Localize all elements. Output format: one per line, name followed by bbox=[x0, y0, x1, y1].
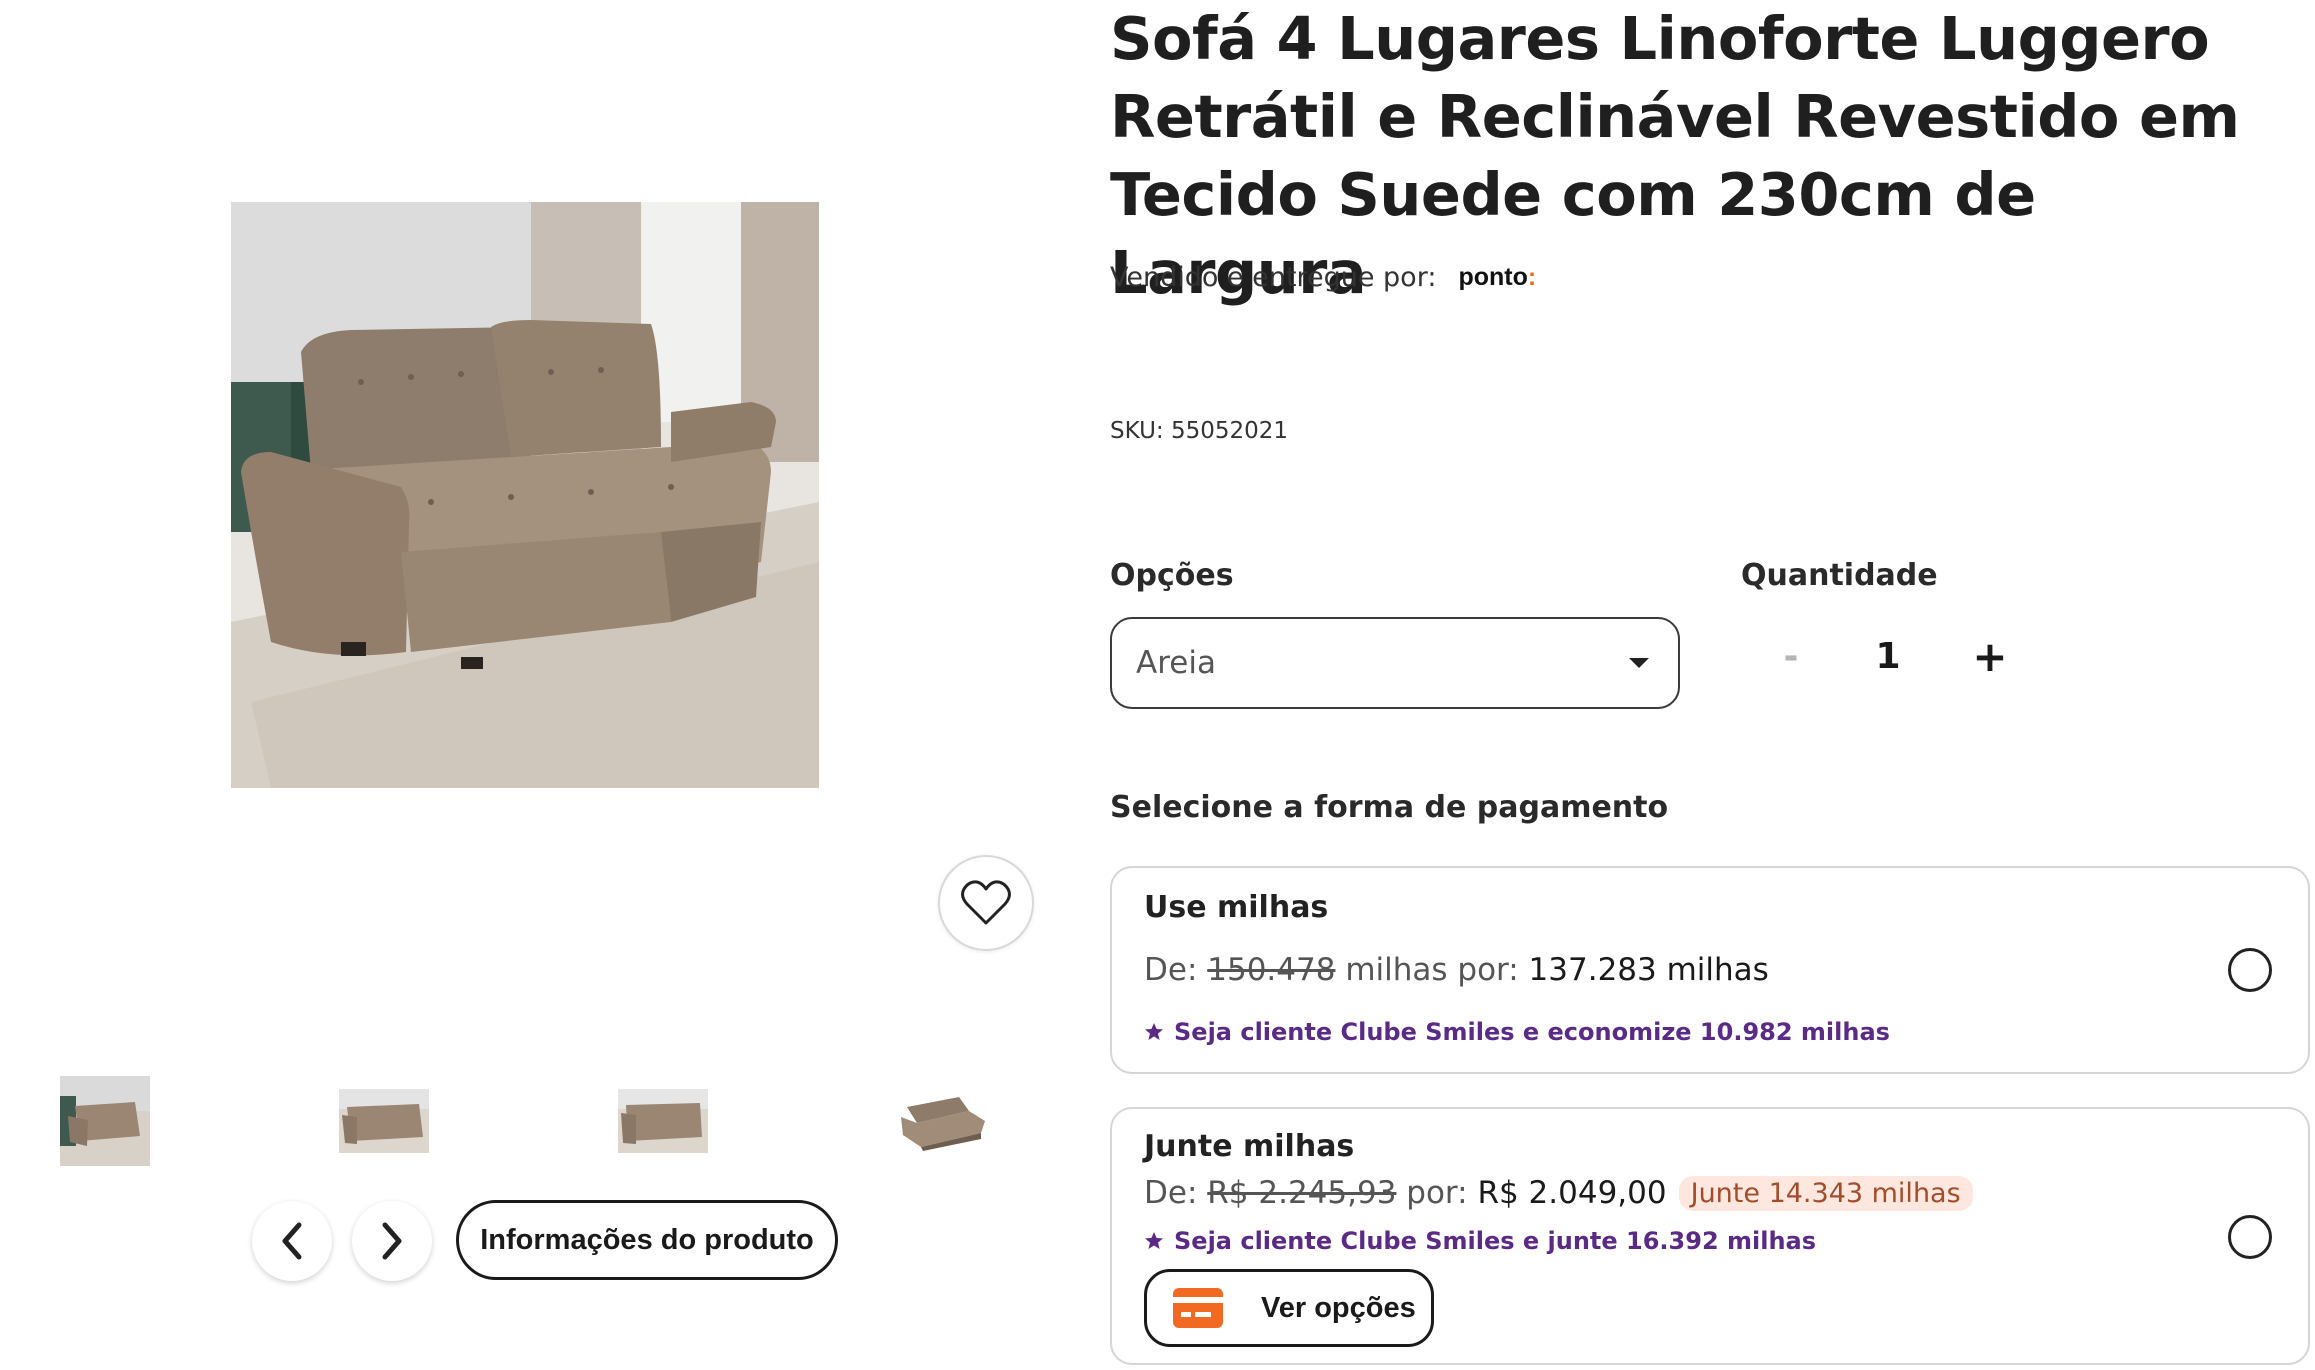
see-options-label: Ver opções bbox=[1261, 1291, 1416, 1324]
join-miles-mid: por: bbox=[1406, 1175, 1468, 1211]
thumbnail-image bbox=[901, 1097, 985, 1151]
join-miles-promo-text: Seja cliente Clube Smiles e junte 16.392… bbox=[1174, 1227, 1817, 1255]
join-miles-promo: Seja cliente Clube Smiles e junte 16.392… bbox=[1144, 1227, 1816, 1255]
quantity-label: Quantidade bbox=[1741, 558, 1938, 593]
seller-logo[interactable]: ponto: bbox=[1458, 263, 1536, 292]
use-miles-de: De: bbox=[1144, 952, 1198, 988]
use-miles-price: De: 150.478 milhas por: 137.283 milhas bbox=[1144, 952, 1769, 988]
thumbnail-3[interactable] bbox=[618, 1076, 708, 1166]
thumbnail-4[interactable] bbox=[897, 1076, 987, 1166]
thumbnail-image bbox=[60, 1076, 150, 1166]
carousel-prev-button[interactable] bbox=[252, 1201, 332, 1281]
seller-logo-text: ponto bbox=[1458, 263, 1528, 291]
heart-icon bbox=[961, 880, 1011, 925]
sku-text: SKU: 55052021 bbox=[1110, 418, 1289, 444]
see-options-button[interactable]: Ver opções bbox=[1144, 1269, 1434, 1347]
thumbnail-image bbox=[339, 1089, 429, 1153]
options-select[interactable]: Areia bbox=[1110, 617, 1680, 709]
use-miles-promo: Seja cliente Clube Smiles e economize 10… bbox=[1144, 1018, 1890, 1046]
join-miles-price: De: R$ 2.245,93 por: R$ 2.049,00 Junte 1… bbox=[1144, 1175, 1973, 1211]
sofa-image bbox=[231, 202, 819, 788]
credit-card-icon bbox=[1173, 1288, 1223, 1328]
seller-info: Vendido e entregue por: ponto: bbox=[1110, 262, 1536, 293]
use-miles-mid: milhas por: bbox=[1345, 952, 1519, 988]
main-product-image bbox=[231, 202, 819, 788]
use-miles-radio[interactable] bbox=[2228, 948, 2272, 992]
join-miles-de: De: bbox=[1144, 1175, 1198, 1211]
use-miles-promo-text: Seja cliente Clube Smiles e economize 10… bbox=[1174, 1018, 1890, 1046]
caret-down-icon bbox=[1629, 658, 1649, 668]
use-miles-old-price: 150.478 bbox=[1207, 952, 1336, 988]
favorite-button[interactable] bbox=[938, 855, 1034, 951]
payment-title: Selecione a forma de pagamento bbox=[1110, 790, 1669, 825]
join-miles-badge: Junte 14.343 milhas bbox=[1678, 1175, 1973, 1211]
options-selected-value: Areia bbox=[1136, 645, 1216, 681]
join-miles-old-price: R$ 2.245,93 bbox=[1207, 1175, 1397, 1211]
thumbnail-2[interactable] bbox=[339, 1076, 429, 1166]
payment-option-join-miles[interactable]: Junte milhas De: R$ 2.245,93 por: R$ 2.0… bbox=[1110, 1107, 2310, 1365]
use-miles-heading: Use milhas bbox=[1144, 890, 1329, 925]
join-miles-heading: Junte milhas bbox=[1144, 1129, 1355, 1164]
use-miles-new-price: 137.283 milhas bbox=[1528, 952, 1769, 988]
join-miles-radio[interactable] bbox=[2228, 1215, 2272, 1259]
star-icon bbox=[1145, 1023, 1163, 1040]
payment-option-use-miles[interactable]: Use milhas De: 150.478 milhas por: 137.2… bbox=[1110, 866, 2310, 1074]
seller-logo-dot: : bbox=[1527, 263, 1537, 291]
seller-label: Vendido e entregue por: bbox=[1110, 262, 1437, 293]
quantity-decrease-button[interactable]: - bbox=[1776, 636, 1806, 677]
thumbnail-image bbox=[618, 1089, 708, 1153]
star-icon bbox=[1145, 1232, 1163, 1249]
quantity-value[interactable]: 1 bbox=[1868, 636, 1908, 677]
chevron-left-icon bbox=[282, 1222, 302, 1260]
thumbnail-1[interactable] bbox=[60, 1076, 150, 1166]
quantity-increase-button[interactable]: + bbox=[1970, 632, 2010, 681]
carousel-next-button[interactable] bbox=[352, 1201, 432, 1281]
join-miles-new-price: R$ 2.049,00 bbox=[1477, 1175, 1667, 1211]
options-label: Opções bbox=[1110, 558, 1234, 593]
chevron-right-icon bbox=[382, 1222, 402, 1260]
product-info-button[interactable]: Informações do produto bbox=[456, 1200, 838, 1280]
